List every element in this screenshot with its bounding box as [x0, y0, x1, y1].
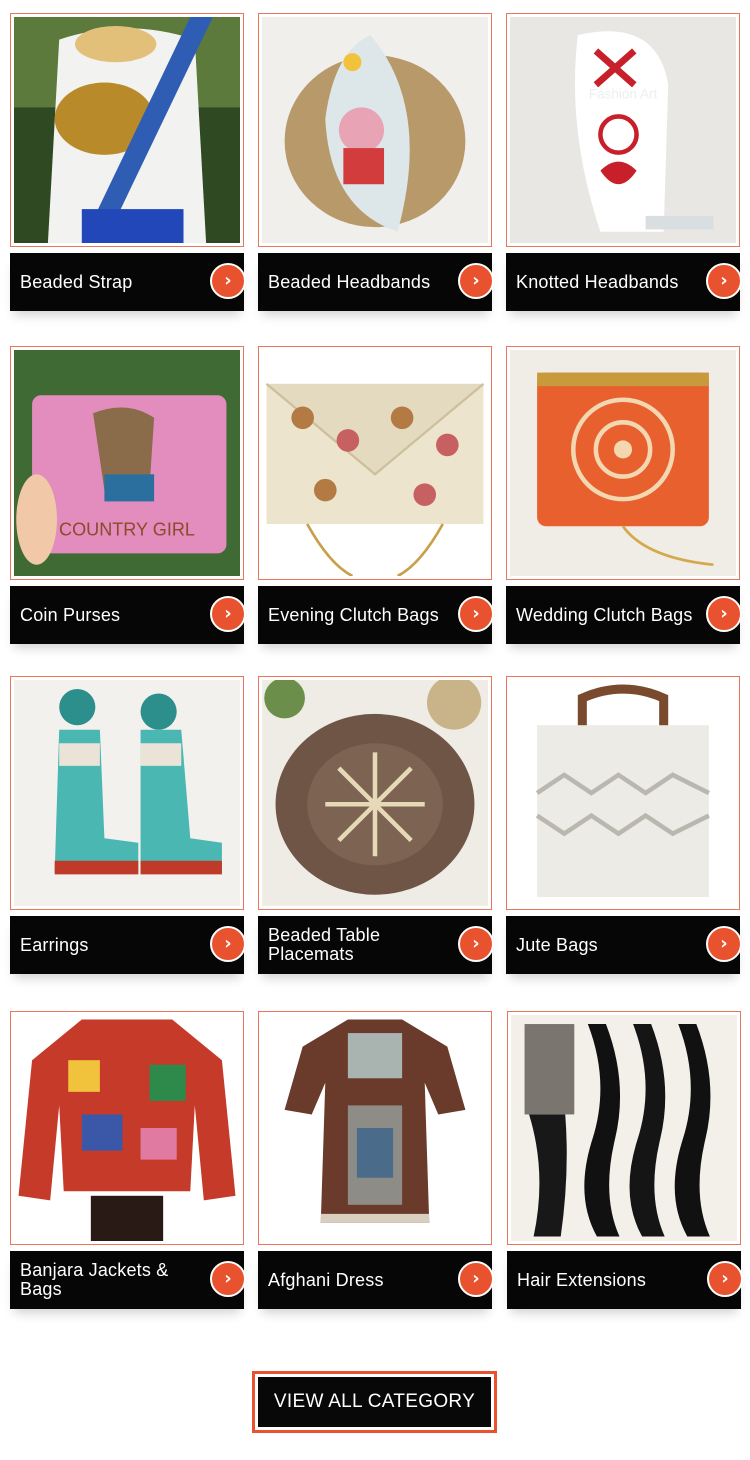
chevron-right-icon[interactable]: › — [210, 926, 246, 962]
category-image-afghani-dress[interactable] — [258, 1011, 492, 1245]
chevron-right-icon[interactable]: › — [210, 263, 246, 299]
category-label-bar[interactable]: Earrings › — [10, 916, 246, 974]
category-label-bar[interactable]: Beaded Strap › — [10, 253, 246, 311]
category-image-beaded-strap[interactable] — [10, 13, 244, 247]
chevron-right-icon[interactable]: › — [458, 926, 494, 962]
chevron-right-icon[interactable]: › — [458, 1261, 494, 1297]
watermark-text: Fashion Art — [589, 86, 658, 101]
category-label[interactable]: Beaded Strap — [20, 253, 208, 311]
chevron-right-icon[interactable]: › — [706, 596, 742, 632]
category-image-coin-purses[interactable]: COUNTRY GIRL — [10, 346, 244, 580]
category-label-bar[interactable]: Afghani Dress › — [258, 1251, 494, 1309]
category-image-wedding-clutch-bags[interactable] — [506, 346, 740, 580]
category-image-banjara-jackets-bags[interactable] — [10, 1011, 244, 1245]
category-image-beaded-headbands[interactable] — [258, 13, 492, 247]
category-image-knotted-headbands[interactable]: Fashion Art — [506, 13, 740, 247]
category-label[interactable]: Evening Clutch Bags — [268, 586, 456, 644]
category-label[interactable]: Coin Purses — [20, 586, 208, 644]
category-label-bar[interactable]: Beaded Headbands › — [258, 253, 494, 311]
view-all-category-button[interactable]: VIEW ALL CATEGORY — [252, 1371, 497, 1433]
category-label[interactable]: Earrings — [20, 916, 208, 974]
category-label[interactable]: Beaded Table Placemats — [268, 916, 456, 974]
category-image-hair-extensions[interactable] — [507, 1011, 741, 1245]
category-label[interactable]: Knotted Headbands — [516, 253, 704, 311]
category-label[interactable]: Wedding Clutch Bags — [516, 586, 704, 644]
category-label-bar[interactable]: Evening Clutch Bags › — [258, 586, 494, 644]
chevron-right-icon[interactable]: › — [706, 263, 742, 299]
chevron-right-icon[interactable]: › — [707, 1261, 743, 1297]
category-image-beaded-table-placemats[interactable] — [258, 676, 492, 910]
view-all-label[interactable]: VIEW ALL CATEGORY — [258, 1377, 491, 1427]
category-label-bar[interactable]: Hair Extensions › — [507, 1251, 743, 1309]
chevron-right-icon[interactable]: › — [706, 926, 742, 962]
chevron-right-icon[interactable]: › — [210, 1261, 246, 1297]
category-label[interactable]: Banjara Jackets & Bags — [20, 1251, 208, 1309]
category-label[interactable]: Beaded Headbands — [268, 253, 456, 311]
category-label-bar[interactable]: Knotted Headbands › — [506, 253, 742, 311]
purse-text: COUNTRY GIRL — [59, 519, 195, 539]
category-label-bar[interactable]: Beaded Table Placemats › — [258, 916, 494, 974]
category-label-bar[interactable]: Banjara Jackets & Bags › — [10, 1251, 246, 1309]
category-label[interactable]: Jute Bags — [516, 916, 704, 974]
chevron-right-icon[interactable]: › — [458, 596, 494, 632]
category-image-evening-clutch-bags[interactable] — [258, 346, 492, 580]
category-label-bar[interactable]: Jute Bags › — [506, 916, 742, 974]
category-label-bar[interactable]: Wedding Clutch Bags › — [506, 586, 742, 644]
category-label[interactable]: Afghani Dress — [268, 1251, 456, 1309]
category-label[interactable]: Hair Extensions — [517, 1251, 705, 1309]
category-label-bar[interactable]: Coin Purses › — [10, 586, 246, 644]
chevron-right-icon[interactable]: › — [210, 596, 246, 632]
category-image-jute-bags[interactable] — [506, 676, 740, 910]
category-image-earrings[interactable] — [10, 676, 244, 910]
chevron-right-icon[interactable]: › — [458, 263, 494, 299]
